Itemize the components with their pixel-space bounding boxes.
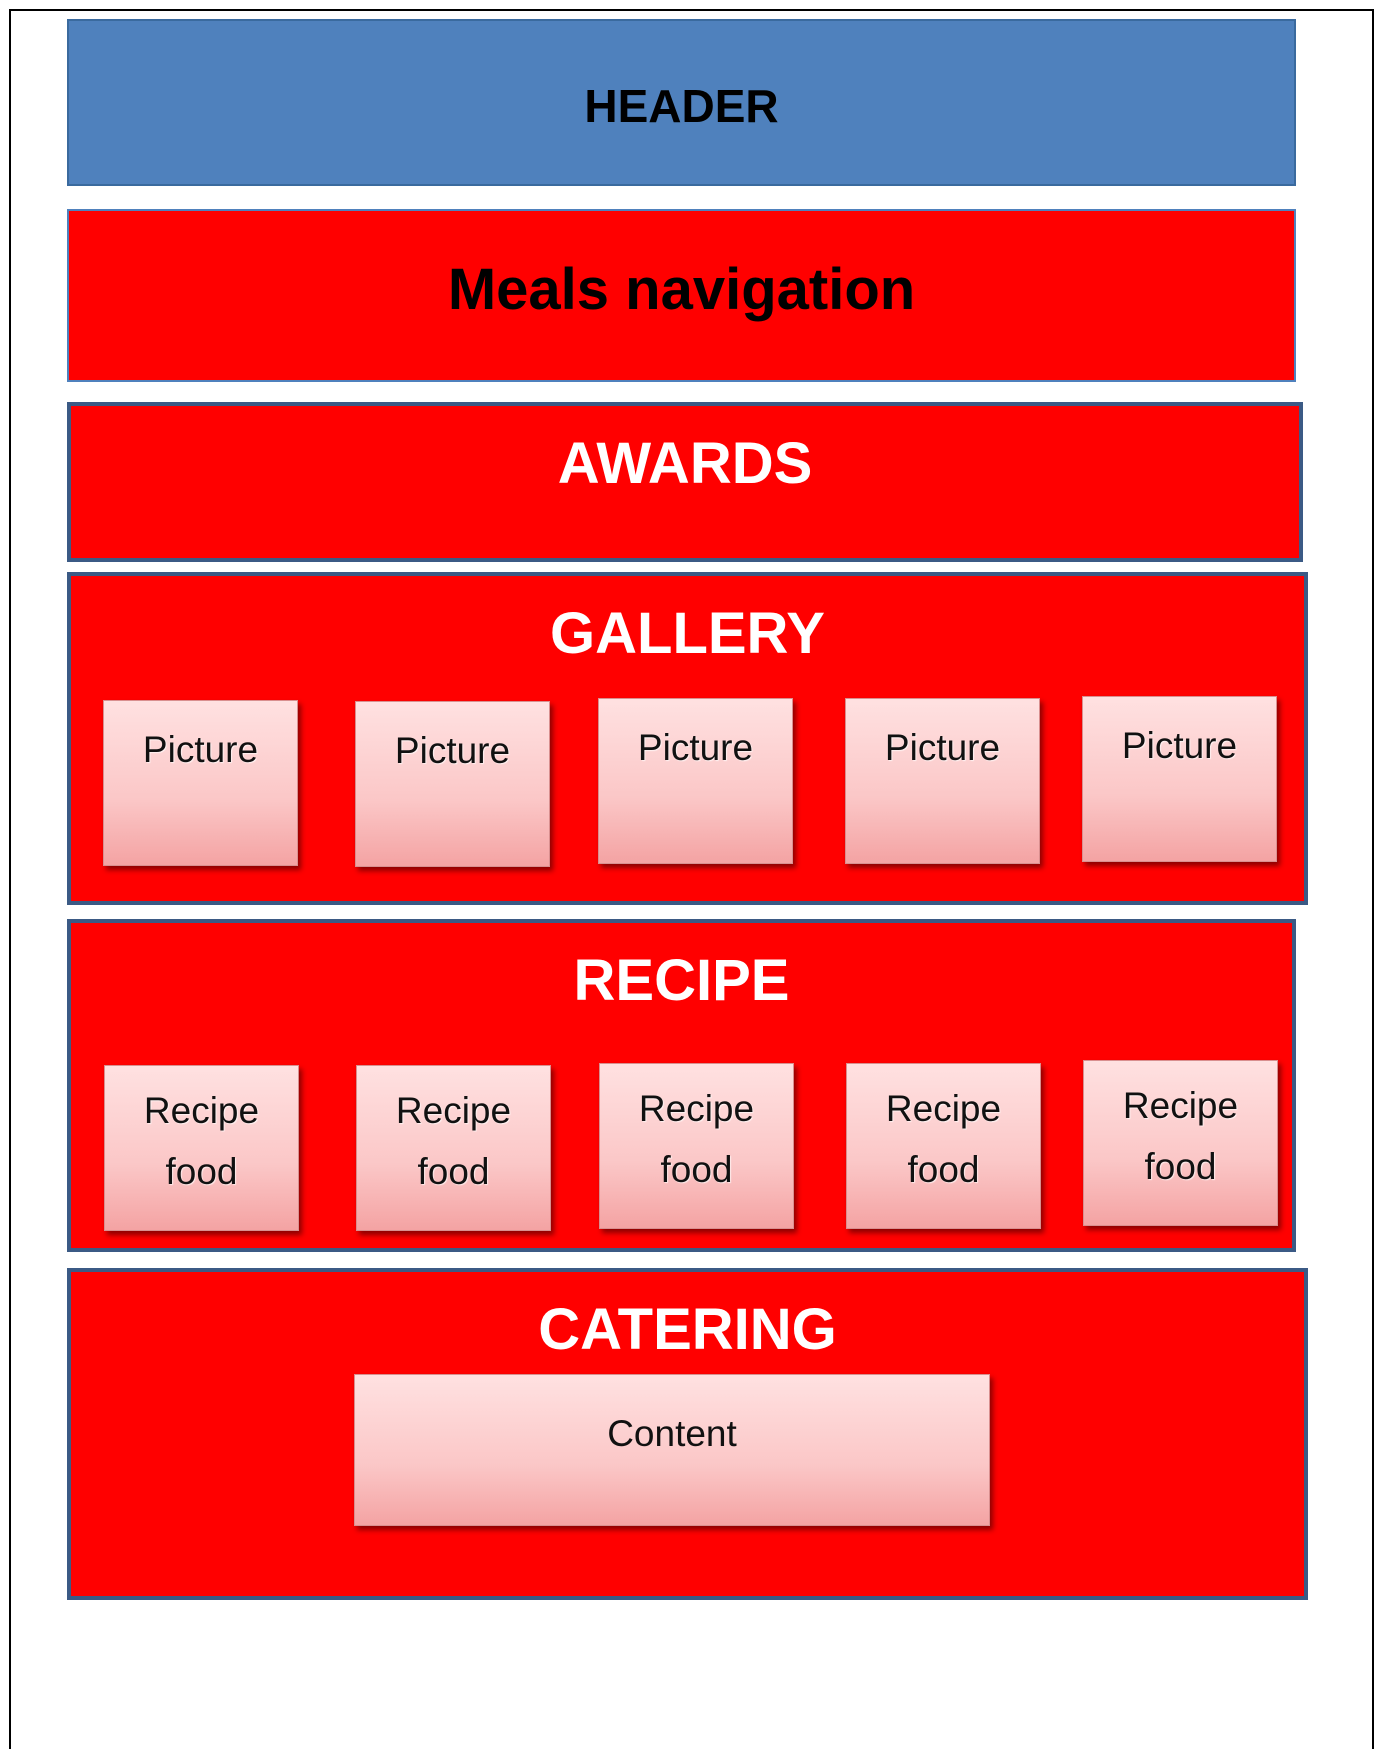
recipe-card-label: Recipe food: [1122, 1085, 1239, 1187]
gallery-title: GALLERY: [550, 601, 825, 666]
recipe-card: Recipe food: [846, 1063, 1041, 1229]
gallery-picture: Picture: [845, 698, 1040, 864]
gallery-picture-label: Picture: [142, 729, 259, 770]
catering-content-label: Content: [607, 1413, 737, 1454]
recipe-card: Recipe food: [104, 1065, 299, 1231]
gallery-picture-label: Picture: [884, 727, 1001, 768]
awards-block: AWARDS: [67, 402, 1303, 562]
recipe-card-label: Recipe food: [638, 1088, 755, 1190]
gallery-picture-label: Picture: [394, 730, 511, 771]
header-title: HEADER: [584, 80, 779, 132]
recipe-card-label: Recipe food: [143, 1090, 260, 1192]
catering-block: CATERING Content: [67, 1268, 1308, 1600]
meals-navigation-title: Meals navigation: [447, 257, 916, 322]
recipe-card: Recipe food: [599, 1063, 794, 1229]
recipe-card: Recipe food: [356, 1065, 551, 1231]
gallery-picture: Picture: [598, 698, 793, 864]
gallery-picture-label: Picture: [637, 727, 754, 768]
gallery-picture-label: Picture: [1121, 725, 1238, 766]
gallery-picture: Picture: [1082, 696, 1277, 862]
meals-navigation-block: Meals navigation: [67, 209, 1296, 382]
catering-title: CATERING: [538, 1297, 837, 1362]
header-block: HEADER: [67, 19, 1296, 186]
gallery-block: GALLERY Picture Picture Picture Picture …: [67, 572, 1308, 905]
recipe-title: RECIPE: [573, 948, 790, 1013]
gallery-picture: Picture: [103, 700, 298, 866]
catering-content-card: Content: [354, 1374, 990, 1526]
gallery-picture: Picture: [355, 701, 550, 867]
recipe-card-label: Recipe food: [885, 1088, 1002, 1190]
recipe-card: Recipe food: [1083, 1060, 1278, 1226]
awards-title: AWARDS: [557, 431, 813, 496]
recipe-block: RECIPE Recipe food Recipe food Recipe food …: [67, 919, 1296, 1252]
recipe-card-label: Recipe food: [395, 1090, 512, 1192]
